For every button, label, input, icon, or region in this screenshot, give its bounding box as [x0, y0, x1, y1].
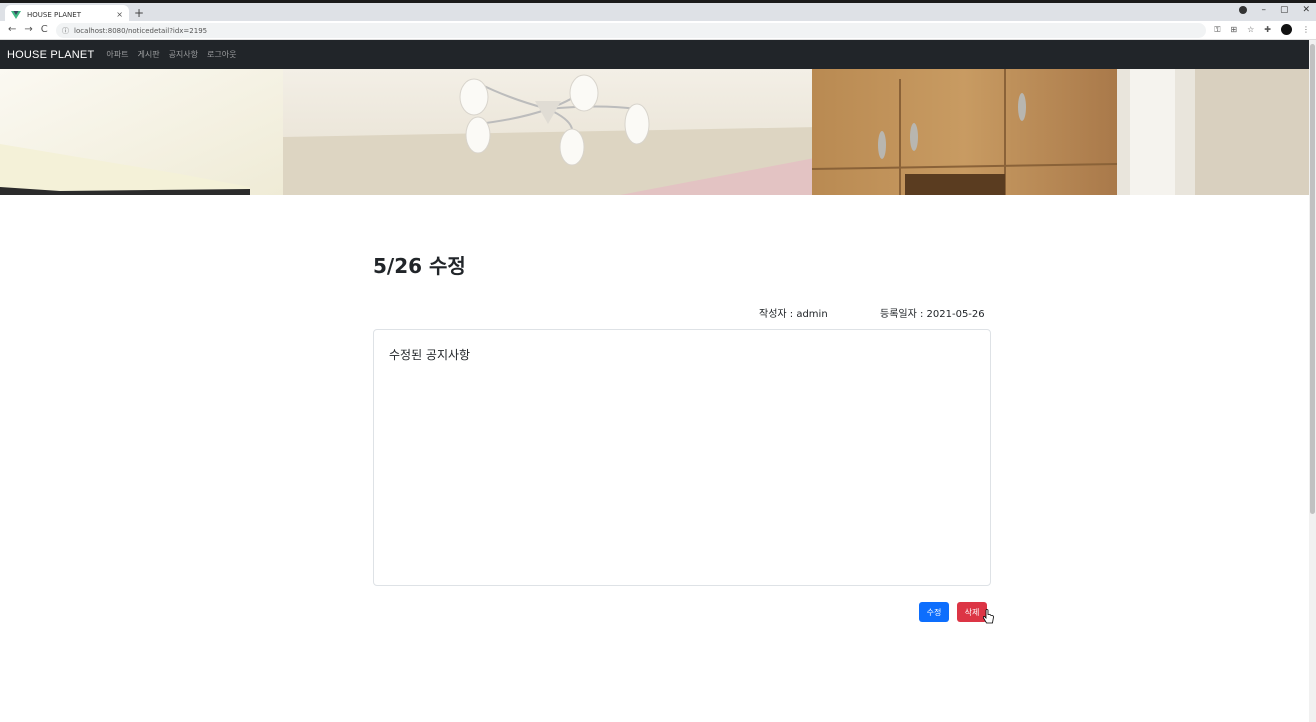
edit-button[interactable]: 수정 [919, 602, 949, 622]
notice-date: 등록일자 : 2021-05-26 [880, 309, 985, 320]
close-window-button[interactable]: ✕ [1302, 5, 1310, 15]
maximize-button[interactable]: ▢ [1280, 5, 1289, 15]
notice-content-box: 수정된 공지사항 [373, 329, 991, 586]
hero-banner-image [0, 69, 1309, 195]
minimize-button[interactable]: – [1261, 5, 1266, 15]
address-bar[interactable]: ⓘ localhost:8080/noticedetail?idx=2195 [56, 23, 1206, 38]
notice-title: 5/26 수정 [373, 254, 466, 278]
toolbar-icons: ⚿ ⊞ ☆ ✚ ⋮ [1214, 24, 1310, 35]
reload-button[interactable]: C [41, 25, 48, 35]
vue-logo-icon [11, 10, 21, 19]
key-icon[interactable]: ⚿ [1214, 25, 1220, 35]
menu-kebab-icon[interactable]: ⋮ [1302, 25, 1310, 34]
profile-avatar[interactable] [1281, 24, 1292, 35]
profile-indicator-icon[interactable] [1239, 6, 1248, 14]
browser-toolbar: ← → C ⓘ localhost:8080/noticedetail?idx=… [0, 21, 1316, 40]
scrollbar-thumb[interactable] [1310, 44, 1315, 514]
notice-content: 수정된 공지사항 [389, 348, 471, 362]
tab-title: HOUSE PLANET [27, 10, 81, 19]
new-tab-button[interactable]: + [134, 6, 144, 20]
nav-link-board[interactable]: 게시판 [137, 49, 159, 60]
page-scrollbar[interactable] [1309, 40, 1316, 722]
extensions-icon[interactable]: ✚ [1264, 25, 1271, 34]
navbar-brand[interactable]: HOUSE PLANET [7, 49, 94, 61]
interior-illustration [0, 69, 1309, 195]
url-text: localhost:8080/noticedetail?idx=2195 [74, 26, 208, 35]
back-button[interactable]: ← [8, 25, 16, 35]
notice-author: 작성자 : admin [759, 309, 828, 320]
forward-button[interactable]: → [24, 25, 32, 35]
browser-tabstrip: HOUSE PLANET × + – ▢ ✕ [0, 0, 1316, 24]
nav-link-logout[interactable]: 로그아웃 [207, 49, 236, 60]
bookmark-star-icon[interactable]: ☆ [1247, 25, 1254, 34]
tab-close-icon[interactable]: × [116, 10, 123, 19]
nav-link-notice[interactable]: 공지사항 [169, 49, 198, 60]
translate-icon[interactable]: ⊞ [1230, 25, 1237, 34]
site-navbar: HOUSE PLANET 아파트 게시판 공지사항 로그아웃 [0, 40, 1309, 69]
window-controls: – ▢ ✕ [1239, 5, 1310, 15]
hand-cursor-icon [983, 609, 994, 624]
info-icon[interactable]: ⓘ [62, 26, 69, 36]
nav-link-apartment[interactable]: 아파트 [106, 49, 128, 60]
